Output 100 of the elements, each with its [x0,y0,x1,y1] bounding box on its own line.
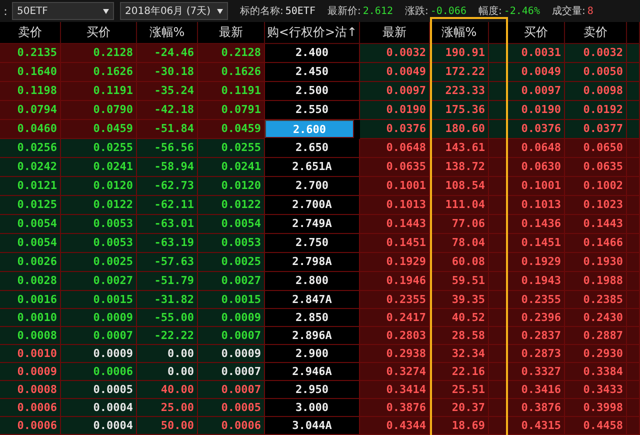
table-cell: 0.2887 [565,327,627,345]
table-cell: 0.0006 [61,363,137,381]
strike-cell[interactable]: 3.044A [265,417,360,435]
table-cell: 22.16 [430,363,489,381]
underlying-dropdown[interactable]: 50ETF [12,2,114,20]
column-header[interactable]: 最新 [198,22,265,44]
table-cell: 0.0053 [198,234,265,253]
strike-cell[interactable]: 2.500 [265,82,360,101]
strike-cell[interactable]: 2.950 [265,381,360,399]
table-cell: -31.82 [137,291,198,309]
table-cell: 0.0009 [61,309,137,327]
table-cell: 0.0794 [0,101,61,120]
table-cell: 0.3416 [508,381,565,399]
table-cell: 108.54 [430,177,489,196]
column-header[interactable]: 买价 [61,22,137,44]
table-cell: 0.0054 [0,234,61,253]
strike-cell[interactable]: 2.900 [265,345,360,363]
table-cell: 0.0005 [198,399,265,417]
table-cell: 28.58 [430,327,489,345]
table-cell: 0.0255 [61,139,137,158]
column-header[interactable]: 卖价 [565,22,627,44]
strike-cell[interactable]: 2.651A [265,158,360,177]
table-cell: 0.0635 [360,158,430,177]
table-cell: 0.0016 [0,291,61,309]
table-cell: -22.22 [137,327,198,345]
table-cell: -30.18 [137,63,198,82]
table-cell: 0.3274 [360,363,430,381]
table-cell: 0.0190 [508,101,565,120]
table-cell: 0.0007 [198,327,265,345]
column-header[interactable]: 涨幅% [430,22,489,44]
strike-cell[interactable]: 2.650 [265,139,360,158]
strike-cell[interactable]: 2.400 [265,44,360,63]
strike-cell[interactable]: 2.850 [265,309,360,327]
table-cell: 0.1930 [565,253,627,272]
table-cell: 0.0192 [565,101,627,120]
table-cell: 180.60 [430,120,489,139]
table-cell: 0.3876 [508,399,565,417]
table-cell: 0.0010 [0,309,61,327]
strike-cell[interactable]: 2.800 [265,272,360,291]
table-cell: 39.35 [430,291,489,309]
table-cell: 0.0049 [508,63,565,82]
column-header[interactable]: 最新 [360,22,430,44]
table-cell: 0.0376 [360,120,430,139]
stat-value: -0.066 [430,6,466,16]
strike-cell[interactable]: 2.550 [265,101,360,120]
table-cell: 0.3998 [565,399,627,417]
table-cell: 0.0027 [198,272,265,291]
strike-cell[interactable]: 2.749A [265,215,360,234]
strike-cell[interactable]: 2.750 [265,234,360,253]
table-cell: 0.0376 [508,120,565,139]
table-cell: 0.1001 [508,177,565,196]
table-cell: 0.2837 [508,327,565,345]
table-cell: 0.1023 [565,196,627,215]
table-cell: 0.0648 [360,139,430,158]
column-header[interactable]: 购<行权价>沽↑ [265,22,360,44]
stat-value: 2.612 [362,6,393,16]
table-cell: 0.0007 [198,381,265,399]
table-cell: 0.1451 [360,234,430,253]
table-cell: 0.1626 [198,63,265,82]
month-dropdown[interactable]: 2018年06月 (7天) [120,2,228,20]
table-cell: 0.0025 [61,253,137,272]
stat-label: 最新价: [327,4,361,18]
stat-label: 涨跌: [404,4,428,18]
strike-cell[interactable]: 2.450 [265,63,360,82]
table-cell: 0.1436 [508,215,565,234]
strike-cell[interactable]: 2.700A [265,196,360,215]
table-cell: 0.0459 [61,120,137,139]
table-cell: 0.2930 [565,345,627,363]
table-cell: 0.3384 [565,363,627,381]
table-cell: 78.04 [430,234,489,253]
table-cell: 111.04 [430,196,489,215]
column-header[interactable]: 买价 [508,22,565,44]
table-cell: 0.0256 [0,139,61,158]
table-cell: 0.1443 [360,215,430,234]
table-cell: 0.0009 [198,345,265,363]
table-cell: 0.1929 [360,253,430,272]
strike-cell[interactable]: 2.946A [265,363,360,381]
column-header[interactable]: 涨幅% [137,22,198,44]
table-cell: 40.52 [430,309,489,327]
table-cell: 0.1929 [508,253,565,272]
table-cell: 172.22 [430,63,489,82]
strike-cell[interactable]: 2.896A [265,327,360,345]
table-cell: -56.56 [137,139,198,158]
table-cell: 0.0120 [61,177,137,196]
table-cell: 0.0122 [198,196,265,215]
strike-cell[interactable]: 2.700 [265,177,360,196]
table-cell: 25.51 [430,381,489,399]
strike-cell[interactable]: 3.000 [265,399,360,417]
table-cell: -63.19 [137,234,198,253]
table-cell: 0.2873 [508,345,565,363]
table-cell: 0.0650 [565,139,627,158]
table-cell: 0.1191 [198,82,265,101]
table-cell: 0.1988 [565,272,627,291]
stat-label: 成交量: [552,4,586,18]
table-cell: 223.33 [430,82,489,101]
column-header[interactable]: 卖价 [0,22,61,44]
strike-cell[interactable]: 2.847A [265,291,360,309]
table-cell: 0.0050 [565,63,627,82]
table-cell: 0.1013 [360,196,430,215]
strike-cell[interactable]: 2.798A [265,253,360,272]
